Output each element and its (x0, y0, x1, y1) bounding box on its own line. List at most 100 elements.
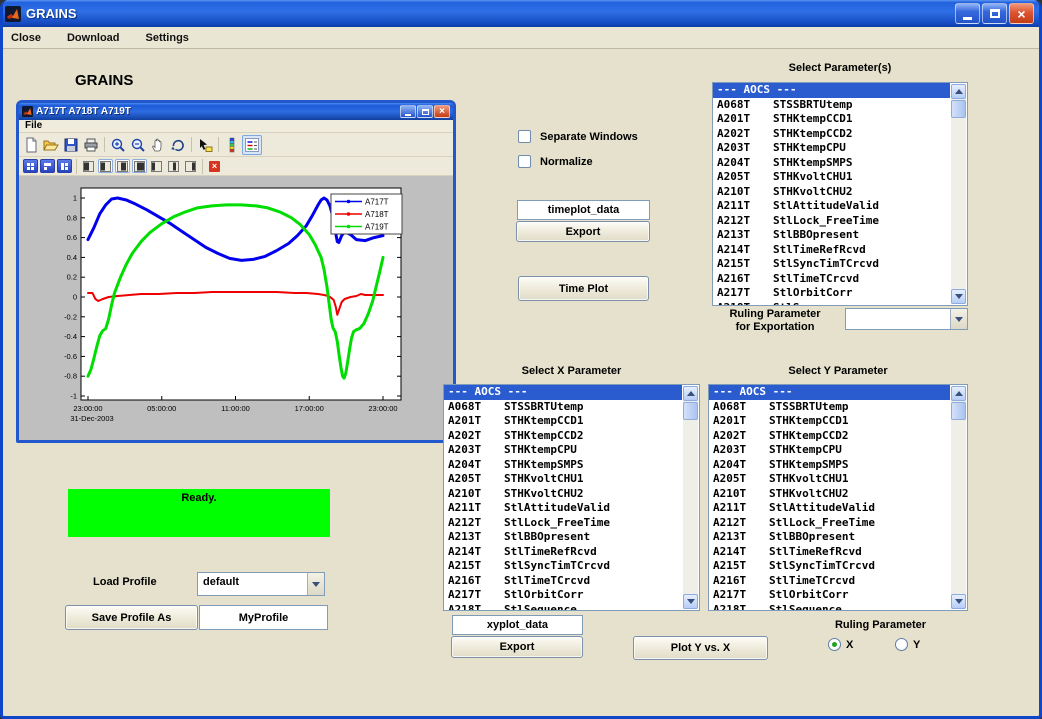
window-titlebar[interactable]: GRAINS × (0, 0, 1042, 27)
pan-button[interactable] (148, 135, 168, 155)
figure-close-button[interactable]: × (434, 105, 450, 118)
list-header-aocs[interactable]: --- AOCS --- (709, 385, 950, 400)
figure-menu-file[interactable]: File (25, 120, 42, 131)
save-button[interactable] (61, 135, 81, 155)
plot-y-vs-x-button[interactable]: Plot Y vs. X (633, 636, 768, 660)
xyplot-data-field[interactable] (452, 615, 583, 635)
scrollbar[interactable] (951, 386, 966, 609)
new-file-button[interactable] (21, 135, 41, 155)
menu-item-close[interactable]: Close (11, 32, 41, 44)
list-item[interactable]: A205TSTHKvoltCHU1 (713, 170, 950, 185)
list-item[interactable]: A203TSTHKtempCPU (713, 141, 950, 156)
separate-windows-checkbox[interactable] (518, 130, 531, 143)
list-item[interactable]: A205TSTHKvoltCHU1 (444, 472, 682, 487)
view-tool-3-button[interactable] (115, 159, 130, 173)
list-item[interactable]: A203TSTHKtempCPU (709, 443, 950, 458)
list-item[interactable]: A216TStlTimeTCrcvd (713, 272, 950, 287)
list-item[interactable]: A213TStlBBOpresent (709, 530, 950, 545)
list-item-partial[interactable]: A218TStlSequence (713, 301, 950, 306)
export-xyplot-button[interactable]: Export (451, 636, 583, 658)
delete-tool-button[interactable]: × (207, 159, 222, 173)
list-item[interactable]: A204TSTHKtempSMPS (444, 458, 682, 473)
list-item[interactable]: A068TSTSSBRTUtemp (709, 400, 950, 415)
list-item[interactable]: A203TSTHKtempCPU (444, 443, 682, 458)
list-item[interactable]: A214TStlTimeRefRcvd (444, 545, 682, 560)
list-item[interactable]: A213TStlBBOpresent (444, 530, 682, 545)
list-item[interactable]: A211TStlAttitudeValid (444, 501, 682, 516)
list-item[interactable]: A210TSTHKvoltCHU2 (444, 487, 682, 502)
list-item[interactable]: A217TStlOrbitCorr (709, 588, 950, 603)
list-item[interactable]: A204TSTHKtempSMPS (709, 458, 950, 473)
view-tool-2-button[interactable] (98, 159, 113, 173)
list-item[interactable]: A215TStlSyncTimTCrcvd (713, 257, 950, 272)
list-item[interactable]: A202TSTHKtempCCD2 (713, 127, 950, 142)
list-item[interactable]: A215TStlSyncTimTCrcvd (444, 559, 682, 574)
scrollbar-up-button[interactable] (951, 84, 966, 99)
time-plot-button[interactable]: Time Plot (518, 276, 649, 301)
grid-tool-3-button[interactable] (57, 159, 72, 173)
list-item-partial[interactable]: A218TStlSequence (709, 603, 950, 611)
view-tool-4-button[interactable] (132, 159, 147, 173)
list-item[interactable]: A216TStlTimeTCrcvd (444, 574, 682, 589)
scrollbar-up-button[interactable] (683, 386, 698, 401)
scrollbar[interactable] (683, 386, 698, 609)
normalize-checkbox[interactable] (518, 155, 531, 168)
list-item[interactable]: A213TStlBBOpresent (713, 228, 950, 243)
view-tool-7-button[interactable] (183, 159, 198, 173)
ruling-parameter-export-dropdown[interactable] (845, 308, 968, 330)
zoom-in-button[interactable] (108, 135, 128, 155)
view-tool-1-button[interactable] (81, 159, 96, 173)
export-timeplot-button[interactable]: Export (516, 221, 650, 242)
x-parameter-list[interactable]: --- AOCS ---A068TSTSSBRTUtempA201TSTHKte… (443, 384, 700, 611)
view-tool-5-button[interactable] (149, 159, 164, 173)
figure-minimize-button[interactable] (400, 105, 416, 118)
list-item[interactable]: A212TStlLock_FreeTime (709, 516, 950, 531)
list-item[interactable]: A205TSTHKvoltCHU1 (709, 472, 950, 487)
rotate-3d-button[interactable] (168, 135, 188, 155)
ruling-export-dropdown-button[interactable] (950, 309, 967, 329)
load-profile-dropdown[interactable]: default (197, 572, 325, 596)
menu-item-download[interactable]: Download (67, 32, 120, 44)
grid-tool-2-button[interactable] (40, 159, 55, 173)
scrollbar-down-button[interactable] (951, 594, 966, 609)
view-tool-6-button[interactable] (166, 159, 181, 173)
list-item[interactable]: A215TStlSyncTimTCrcvd (709, 559, 950, 574)
list-item[interactable]: A217TStlOrbitCorr (444, 588, 682, 603)
y-parameter-list[interactable]: --- AOCS ---A068TSTSSBRTUtempA201TSTHKte… (708, 384, 968, 611)
scrollbar-down-button[interactable] (683, 594, 698, 609)
list-item[interactable]: A210TSTHKvoltCHU2 (709, 487, 950, 502)
save-profile-as-button[interactable]: Save Profile As (65, 605, 198, 630)
list-item[interactable]: A204TSTHKtempSMPS (713, 156, 950, 171)
list-item[interactable]: A201TSTHKtempCCD1 (713, 112, 950, 127)
list-item[interactable]: A068TSTSSBRTUtemp (444, 400, 682, 415)
list-item[interactable]: A212TStlLock_FreeTime (713, 214, 950, 229)
minimize-button[interactable] (955, 3, 980, 24)
menu-item-settings[interactable]: Settings (146, 32, 189, 44)
scrollbar-thumb[interactable] (683, 402, 698, 420)
close-button[interactable]: × (1009, 3, 1034, 24)
scrollbar[interactable] (951, 84, 966, 304)
scrollbar-up-button[interactable] (951, 386, 966, 401)
list-item[interactable]: A214TStlTimeRefRcvd (709, 545, 950, 560)
list-item[interactable]: A068TSTSSBRTUtemp (713, 98, 950, 113)
parameter-list[interactable]: --- AOCS ---A068TSTSSBRTUtempA201TSTHKte… (712, 82, 968, 306)
list-item[interactable]: A210TSTHKvoltCHU2 (713, 185, 950, 200)
grid-tool-1-button[interactable] (23, 159, 38, 173)
list-item[interactable]: A201TSTHKtempCCD1 (444, 414, 682, 429)
print-button[interactable] (81, 135, 101, 155)
list-header-aocs[interactable]: --- AOCS --- (444, 385, 682, 400)
ruling-y-radio[interactable] (895, 638, 908, 651)
load-profile-dropdown-button[interactable] (307, 573, 324, 595)
list-header-aocs[interactable]: --- AOCS --- (713, 83, 950, 98)
plot-canvas[interactable]: 23:00:0005:00:0011:00:0017:00:0023:00:00… (19, 176, 453, 440)
list-item[interactable]: A217TStlOrbitCorr (713, 286, 950, 301)
scrollbar-thumb[interactable] (951, 402, 966, 420)
data-cursor-button[interactable] (195, 135, 215, 155)
open-folder-button[interactable] (41, 135, 61, 155)
colorbar-button[interactable] (222, 135, 242, 155)
list-item[interactable]: A212TStlLock_FreeTime (444, 516, 682, 531)
scrollbar-thumb[interactable] (951, 100, 966, 118)
list-item[interactable]: A202TSTHKtempCCD2 (709, 429, 950, 444)
legend-toggle-button[interactable] (242, 135, 262, 155)
maximize-button[interactable] (982, 3, 1007, 24)
